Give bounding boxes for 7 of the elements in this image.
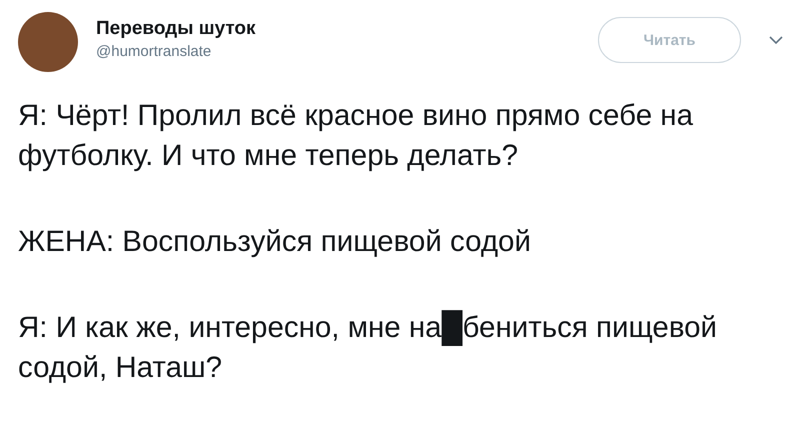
follow-button[interactable]: Читать: [598, 17, 741, 63]
account-handle: @humortranslate: [96, 43, 212, 60]
tweet-paragraph: Я: И как же, интересно, мне на█бениться пищевой содой, Наташ?: [18, 309, 718, 386]
account-name: Переводы шуток: [96, 18, 257, 40]
chevron-down-icon[interactable]: [769, 36, 783, 44]
tweet-paragraph: ЖЕНА: Воспользуйся пищевой содой: [18, 224, 532, 260]
tweet-paragraph: Я: Чёрт! Пролил всё красное вино прямо себе на футболку. И что мне теперь делать?: [18, 98, 694, 174]
